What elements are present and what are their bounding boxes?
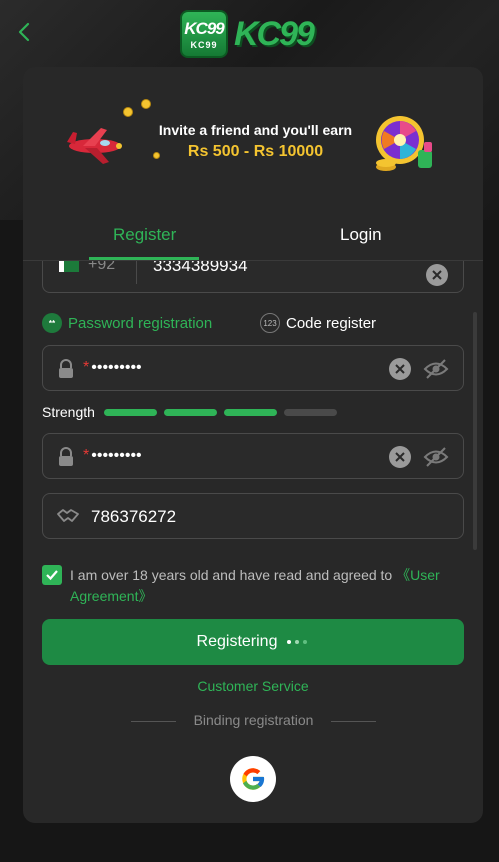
clear-icon[interactable] bbox=[389, 358, 411, 380]
agreement-text: I am over 18 years old and have read and… bbox=[70, 565, 467, 607]
strength-segment bbox=[224, 409, 277, 416]
tab-login[interactable]: Login bbox=[340, 225, 382, 245]
tab-register[interactable]: Register bbox=[113, 225, 176, 245]
back-button[interactable] bbox=[12, 20, 36, 44]
agreement-statement: I am over 18 years old and have read and… bbox=[70, 567, 397, 583]
phone-input[interactable]: 3334389934 bbox=[153, 261, 248, 276]
handshake-icon bbox=[57, 509, 79, 522]
password-value: ••••••••• bbox=[91, 359, 142, 376]
confirm-password-value: ••••••••• bbox=[91, 447, 142, 464]
banner-headline: Invite a friend and you'll earn bbox=[158, 122, 353, 138]
prize-wheel-icon bbox=[376, 116, 432, 171]
active-tab-indicator bbox=[89, 257, 199, 260]
required-mark: * bbox=[83, 447, 90, 464]
loading-dots-icon bbox=[285, 640, 309, 644]
eye-off-icon[interactable] bbox=[423, 358, 449, 380]
logo-wordmark: KC99 bbox=[234, 14, 315, 53]
password-registration-label: Password registration bbox=[68, 314, 213, 332]
eye-off-icon[interactable] bbox=[423, 446, 449, 468]
register-card: Invite a friend and you'll earn Rs 500 -… bbox=[23, 67, 483, 823]
password-registration-option[interactable]: ** Password registration bbox=[42, 313, 212, 333]
password-input[interactable]: * ••••••••• bbox=[83, 359, 142, 377]
coin-icon bbox=[123, 107, 133, 117]
asterisk-icon: ** bbox=[42, 313, 62, 333]
logo-badge: KC99 KC99 bbox=[180, 10, 228, 58]
agreement-row: I am over 18 years old and have read and… bbox=[42, 565, 467, 607]
code-register-option[interactable]: 123 Code register bbox=[260, 313, 376, 333]
required-mark: * bbox=[83, 359, 90, 376]
register-form: +92 3334389934 ** Password registration … bbox=[23, 261, 483, 555]
confirm-password-field[interactable]: * ••••••••• bbox=[42, 433, 464, 479]
google-login-button[interactable] bbox=[230, 756, 276, 802]
pakistan-flag-icon bbox=[59, 261, 79, 272]
banner-reward: Rs 500 - Rs 10000 bbox=[187, 143, 324, 160]
password-strength: Strength bbox=[42, 403, 372, 421]
invite-code-input[interactable]: 786376272 bbox=[91, 507, 176, 527]
phone-field[interactable]: +92 3334389934 bbox=[42, 261, 464, 293]
agreement-checkbox[interactable] bbox=[42, 565, 62, 585]
coin-icon bbox=[141, 99, 151, 109]
checkmark-icon bbox=[46, 570, 58, 581]
binding-registration-divider: Binding registration bbox=[131, 712, 376, 730]
registration-options: ** Password registration 123 Code regist… bbox=[42, 313, 464, 339]
lock-icon bbox=[59, 447, 73, 466]
register-button[interactable]: Registering bbox=[42, 619, 464, 665]
register-button-label: Registering bbox=[196, 633, 278, 650]
chevron-left-icon bbox=[18, 22, 30, 42]
form-scrollbar[interactable] bbox=[473, 312, 477, 550]
confirm-password-input[interactable]: * ••••••••• bbox=[83, 447, 142, 465]
numeric-code-icon: 123 bbox=[260, 313, 280, 333]
plane-icon bbox=[67, 128, 122, 164]
brand-logo: KC99 KC99 KC99 bbox=[180, 9, 330, 59]
clear-icon[interactable] bbox=[389, 446, 411, 468]
top-bar: KC99 KC99 KC99 bbox=[0, 0, 499, 66]
code-register-label: Code register bbox=[286, 314, 377, 332]
divider-line bbox=[331, 721, 376, 722]
country-code[interactable]: +92 bbox=[88, 261, 115, 274]
customer-service-link[interactable]: Customer Service bbox=[23, 678, 483, 694]
logo-badge-text: KC99 bbox=[184, 18, 224, 38]
strength-segment bbox=[104, 409, 157, 416]
clear-icon[interactable] bbox=[426, 264, 448, 286]
strength-segment bbox=[284, 409, 337, 416]
password-field[interactable]: * ••••••••• bbox=[42, 345, 464, 391]
binding-registration-label: Binding registration bbox=[193, 712, 314, 728]
invite-banner[interactable]: Invite a friend and you'll earn Rs 500 -… bbox=[63, 97, 443, 177]
logo-badge-subtext: KC99 bbox=[190, 39, 218, 50]
google-icon bbox=[242, 768, 265, 790]
strength-label: Strength bbox=[42, 404, 95, 420]
field-divider bbox=[136, 261, 137, 284]
strength-segment bbox=[164, 409, 217, 416]
auth-tabs: Register Login bbox=[23, 217, 483, 261]
lock-icon bbox=[59, 359, 73, 378]
invite-code-field[interactable]: 786376272 bbox=[42, 493, 464, 539]
